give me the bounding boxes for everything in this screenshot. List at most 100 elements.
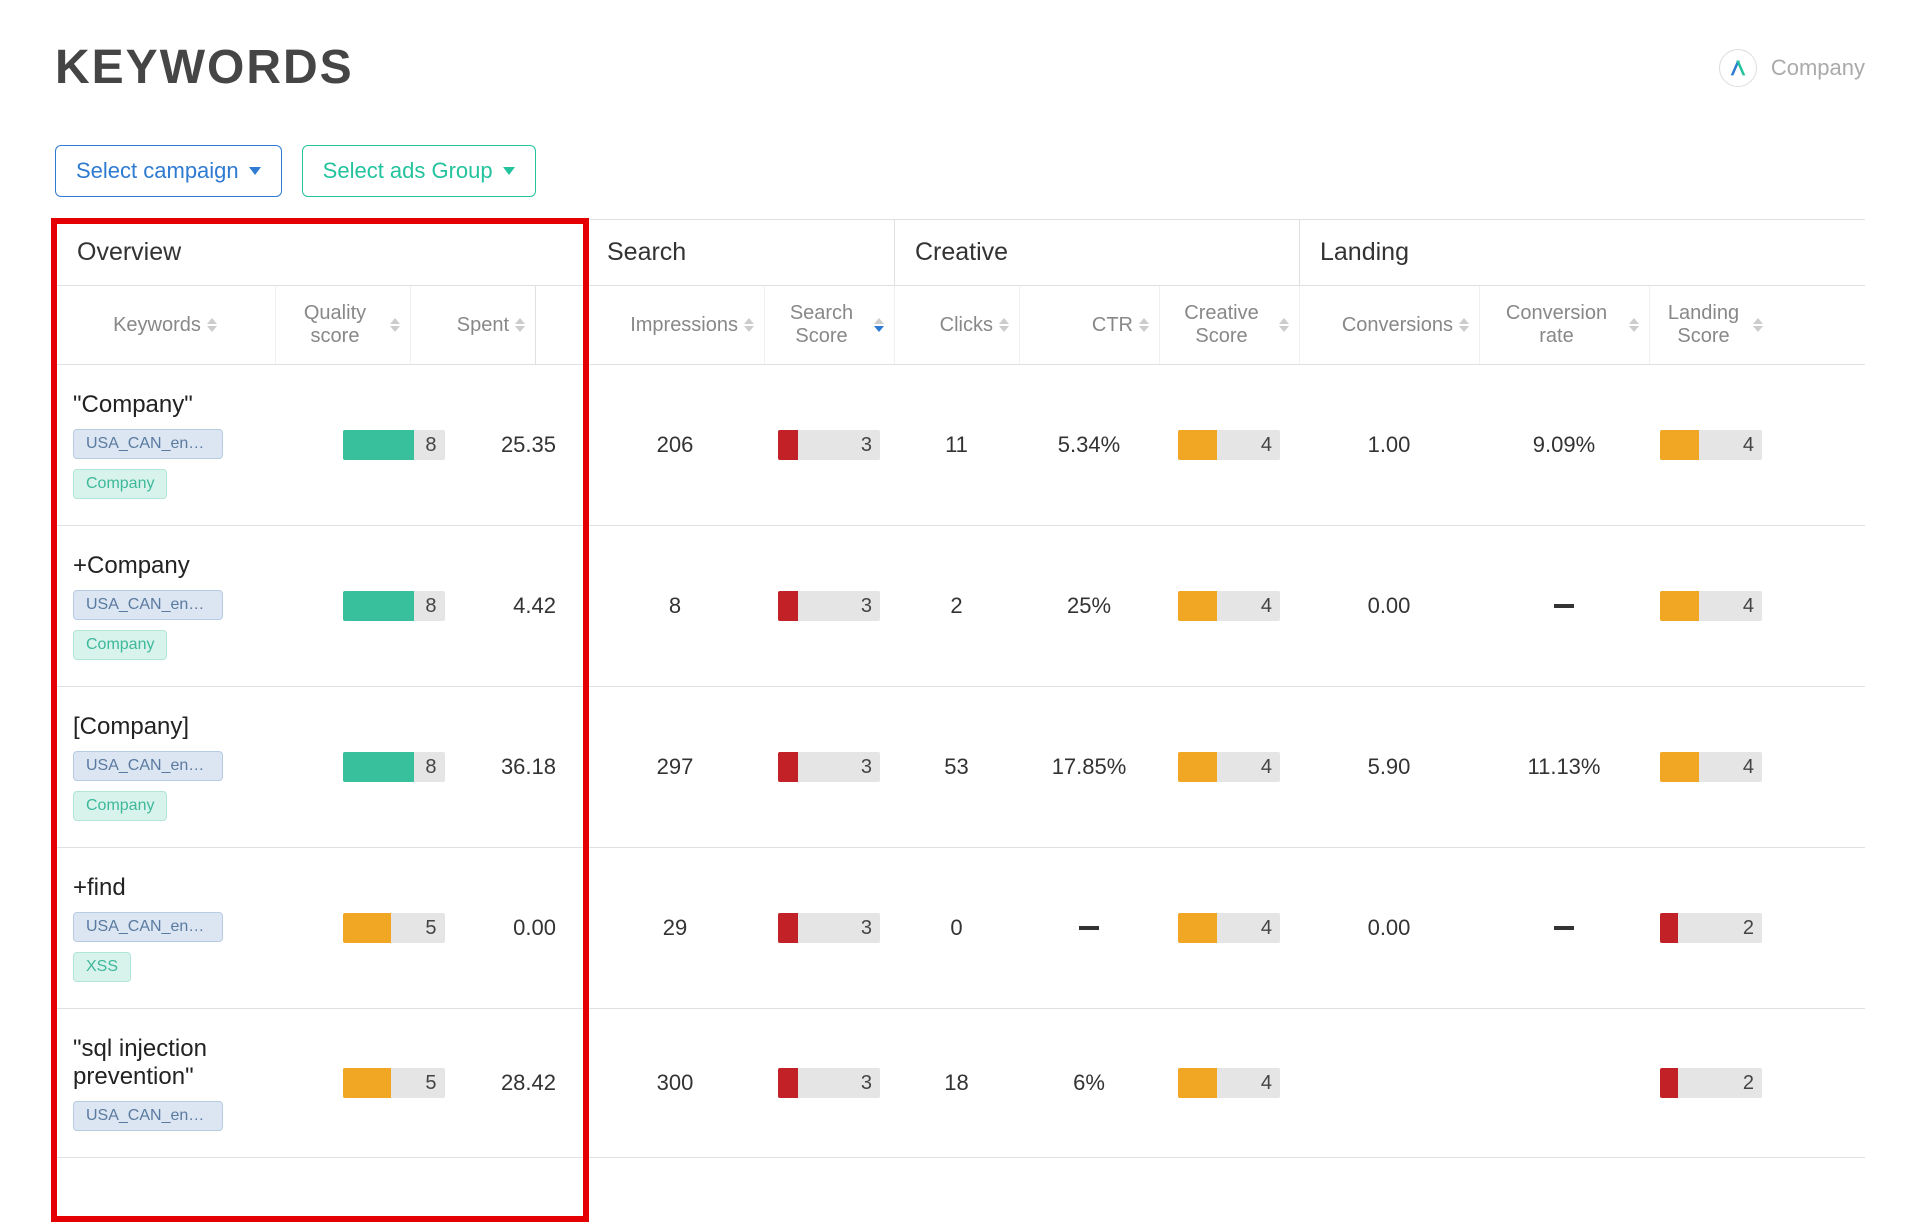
quality-score-cell: 5 [326, 874, 461, 982]
score-bar: 8 [343, 591, 445, 621]
clicks-cell: 2 [894, 552, 1019, 660]
landing-score-cell: 4 [1649, 552, 1773, 660]
score-bar: 4 [1178, 913, 1280, 943]
conversions-cell: 0.00 [1299, 874, 1479, 982]
ctr-cell [1019, 874, 1159, 982]
conversion-rate-cell: 9.09% [1479, 391, 1649, 499]
score-bar: 3 [778, 591, 880, 621]
score-bar: 5 [343, 1068, 445, 1098]
impressions-cell: 300 [586, 1035, 764, 1131]
spent-cell: 0.00 [461, 874, 566, 982]
sort-icon [390, 318, 400, 332]
quality-score-cell: 8 [326, 713, 461, 821]
score-bar: 3 [778, 752, 880, 782]
ads-group-badge[interactable]: XSS [73, 952, 131, 982]
page-title: KEYWORDS [55, 40, 354, 95]
score-bar: 3 [778, 430, 880, 460]
section-landing: Landing [1299, 220, 1773, 285]
creative-score-cell: 4 [1159, 552, 1299, 660]
impressions-cell: 297 [586, 713, 764, 821]
creative-score-cell: 4 [1159, 1035, 1299, 1131]
col-quality-score[interactable]: Quality score [275, 286, 410, 364]
creative-score-cell: 4 [1159, 391, 1299, 499]
landing-score-cell: 2 [1649, 1035, 1773, 1131]
col-conversions[interactable]: Conversions [1299, 286, 1479, 364]
landing-score-cell: 4 [1649, 391, 1773, 499]
account-label: Company [1771, 55, 1865, 81]
col-impressions[interactable]: Impressions [586, 286, 764, 364]
campaign-badge[interactable]: USA_CAN_en_… [73, 912, 223, 942]
campaign-badge[interactable]: USA_CAN_en_… [73, 590, 223, 620]
score-bar: 2 [1660, 913, 1762, 943]
col-ctr[interactable]: CTR [1019, 286, 1159, 364]
score-bar: 2 [1660, 1068, 1762, 1098]
score-bar: 4 [1660, 591, 1762, 621]
ctr-cell: 17.85% [1019, 713, 1159, 821]
score-bar: 4 [1178, 752, 1280, 782]
col-landing-score[interactable]: Landing Score [1649, 286, 1773, 364]
campaign-badge[interactable]: USA_CAN_en_… [73, 1101, 223, 1131]
col-conversion-rate[interactable]: Conversion rate [1479, 286, 1649, 364]
select-ads-group-label: Select ads Group [323, 158, 493, 184]
dash-icon [1554, 926, 1574, 930]
col-search-score[interactable]: Search Score [764, 286, 894, 364]
dash-icon [1079, 926, 1099, 930]
sort-icon [744, 318, 754, 332]
keywords-table: Overview Search Creative Landing Keyword… [55, 219, 1865, 1158]
select-campaign-button[interactable]: Select campaign [55, 145, 282, 197]
keyword-text: "sql injection prevention" [73, 1035, 326, 1091]
sort-icon [1629, 318, 1639, 332]
sort-icon [1279, 318, 1289, 332]
creative-score-cell: 4 [1159, 713, 1299, 821]
campaign-badge[interactable]: USA_CAN_en_… [73, 751, 223, 781]
quality-score-cell: 5 [326, 1035, 461, 1131]
sort-icon [999, 318, 1009, 332]
clicks-cell: 11 [894, 391, 1019, 499]
landing-score-cell: 2 [1649, 874, 1773, 982]
campaign-badge[interactable]: USA_CAN_en_… [73, 429, 223, 459]
score-bar: 3 [778, 913, 880, 943]
spent-cell: 36.18 [461, 713, 566, 821]
score-bar: 4 [1178, 591, 1280, 621]
conversions-cell [1299, 1035, 1479, 1131]
sort-icon [874, 318, 884, 332]
spent-cell: 25.35 [461, 391, 566, 499]
sort-icon [1459, 318, 1469, 332]
section-search: Search [586, 220, 894, 285]
table-row[interactable]: "sql injection prevention"USA_CAN_en_…52… [55, 1009, 1865, 1158]
select-ads-group-button[interactable]: Select ads Group [302, 145, 536, 197]
ads-group-badge[interactable]: Company [73, 630, 167, 660]
spent-cell: 28.42 [461, 1035, 566, 1131]
ads-group-badge[interactable]: Company [73, 469, 167, 499]
conversions-cell: 1.00 [1299, 391, 1479, 499]
ctr-cell: 25% [1019, 552, 1159, 660]
quality-score-cell: 8 [326, 391, 461, 499]
ads-group-badge[interactable]: Company [73, 791, 167, 821]
ctr-cell: 5.34% [1019, 391, 1159, 499]
sort-icon [207, 318, 217, 332]
ctr-cell: 6% [1019, 1035, 1159, 1131]
col-creative-score[interactable]: Creative Score [1159, 286, 1299, 364]
table-row[interactable]: +CompanyUSA_CAN_en_…Company84.4283225%40… [55, 526, 1865, 687]
table-row[interactable]: +findUSA_CAN_en_…XSS50.00293040.002 [55, 848, 1865, 1009]
search-score-cell: 3 [764, 713, 894, 821]
score-bar: 4 [1178, 430, 1280, 460]
keyword-text: [Company] [73, 713, 189, 741]
keyword-text: +Company [73, 552, 190, 580]
search-score-cell: 3 [764, 1035, 894, 1131]
search-score-cell: 3 [764, 874, 894, 982]
account-selector[interactable]: Company [1719, 49, 1865, 87]
table-row[interactable]: [Company]USA_CAN_en_…Company836.18297353… [55, 687, 1865, 848]
col-clicks[interactable]: Clicks [894, 286, 1019, 364]
creative-score-cell: 4 [1159, 874, 1299, 982]
col-keywords[interactable]: Keywords [55, 286, 275, 364]
section-creative: Creative [894, 220, 1299, 285]
score-bar: 8 [343, 752, 445, 782]
col-spent[interactable]: Spent [410, 286, 535, 364]
table-row[interactable]: "Company"USA_CAN_en_…Company825.35206311… [55, 365, 1865, 526]
spent-cell: 4.42 [461, 552, 566, 660]
conversion-rate-cell: 11.13% [1479, 713, 1649, 821]
sort-icon [1753, 318, 1763, 332]
adwords-logo-icon [1719, 49, 1757, 87]
conversions-cell: 0.00 [1299, 552, 1479, 660]
